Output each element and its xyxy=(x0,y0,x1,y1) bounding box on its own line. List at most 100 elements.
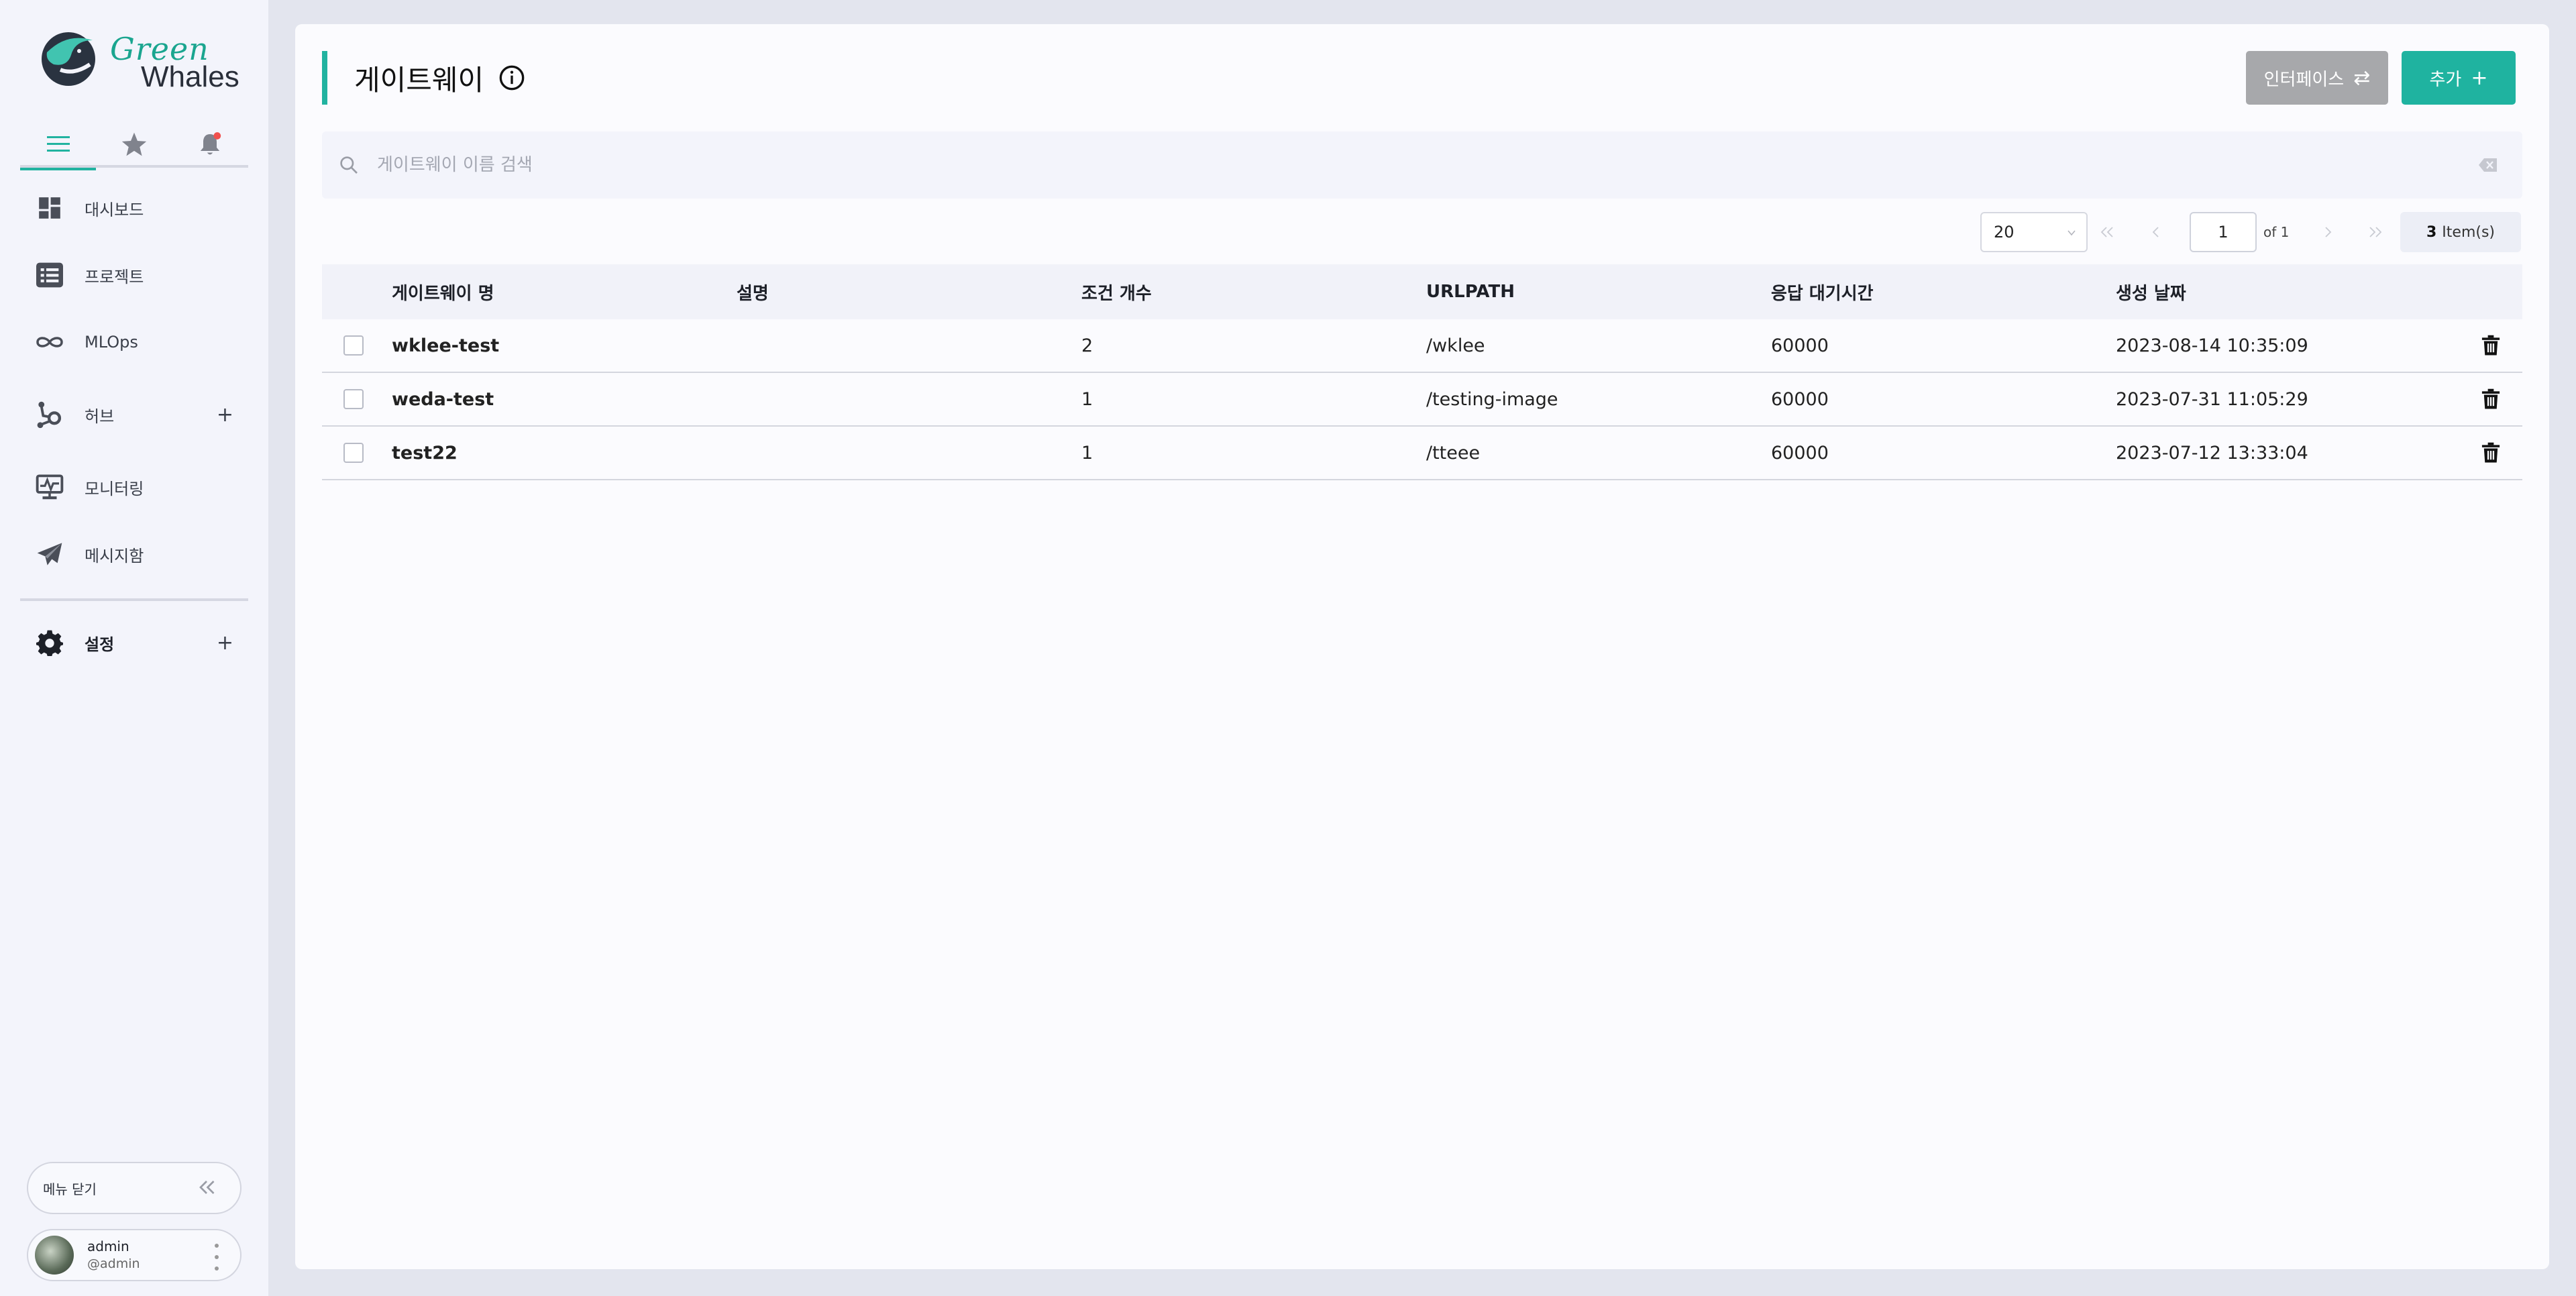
sidebar-tabs xyxy=(20,121,248,170)
sidebar-item-settings[interactable]: 설정 + xyxy=(20,609,248,676)
expand-hub-button[interactable]: + xyxy=(217,403,233,427)
swap-icon: ⇄ xyxy=(2353,66,2371,90)
hub-icon xyxy=(35,400,64,429)
trash-icon[interactable] xyxy=(2481,335,2501,356)
gateway-name-link[interactable]: wklee-test xyxy=(392,335,737,356)
sidebar-item-messages[interactable]: 메시지함 xyxy=(20,521,248,588)
gateway-created: 2023-07-31 11:05:29 xyxy=(2116,388,2308,410)
sidebar-item-dashboard[interactable]: 대시보드 xyxy=(20,174,248,241)
double-chevron-right-icon xyxy=(2369,227,2382,237)
gateway-conditions: 1 xyxy=(1081,388,1093,410)
previous-page-button[interactable] xyxy=(2136,212,2176,252)
green-whales-logo[interactable]: Green Whales xyxy=(40,25,239,93)
sidebar-item-label: 모니터링 xyxy=(85,479,144,498)
page-number-input[interactable] xyxy=(2190,212,2257,252)
first-page-button[interactable] xyxy=(2088,212,2128,252)
user-handle: @admin xyxy=(87,1256,140,1271)
close-menu-button[interactable]: 메뉴 닫기 xyxy=(27,1162,241,1214)
gateway-created: 2023-08-14 10:35:09 xyxy=(2116,335,2308,356)
column-header-timeout[interactable]: 응답 대기시간 xyxy=(1771,280,2116,305)
gateway-urlpath: /testing-image xyxy=(1426,388,1558,410)
row-checkbox[interactable] xyxy=(343,335,364,356)
trash-icon[interactable] xyxy=(2481,388,2501,410)
trash-icon[interactable] xyxy=(2481,442,2501,464)
page-size-value: 20 xyxy=(1994,223,2015,241)
search-input[interactable] xyxy=(377,145,2457,185)
title-accent-bar xyxy=(322,51,327,105)
gateway-urlpath: /tteee xyxy=(1426,442,1481,464)
plus-icon: + xyxy=(2471,66,2488,90)
sidebar-item-label: 프로젝트 xyxy=(85,267,144,286)
tab-notifications[interactable] xyxy=(172,121,248,168)
item-count-label: Item(s) xyxy=(2442,223,2496,241)
table-header: 게이트웨이 명 설명 조건 개수 URLPATH 응답 대기시간 생성 날짜 xyxy=(322,264,2522,319)
last-page-button[interactable] xyxy=(2355,212,2395,252)
sidebar-item-label: 설정 xyxy=(85,635,115,654)
gear-icon xyxy=(35,628,64,657)
add-button[interactable]: 추가 + xyxy=(2402,51,2516,105)
row-checkbox[interactable] xyxy=(343,389,364,409)
tab-menu[interactable] xyxy=(20,121,97,170)
gateway-created: 2023-07-12 13:33:04 xyxy=(2116,442,2308,464)
gateway-timeout: 60000 xyxy=(1771,442,1829,464)
search-icon xyxy=(340,156,358,174)
next-page-button[interactable] xyxy=(2308,212,2348,252)
column-header-urlpath[interactable]: URLPATH xyxy=(1426,282,1771,302)
sidebar-item-hub[interactable]: 허브 + xyxy=(20,376,248,453)
column-header-description[interactable]: 설명 xyxy=(737,280,1081,305)
gateway-timeout: 60000 xyxy=(1771,388,1829,410)
chevron-right-icon xyxy=(2325,227,2332,237)
table-row: weda-test 1 /testing-image 60000 2023-07… xyxy=(322,373,2522,427)
sidebar-item-monitoring[interactable]: 모니터링 xyxy=(20,453,248,521)
avatar xyxy=(35,1236,74,1275)
item-count-value: 3 xyxy=(2426,223,2437,241)
sidebar-item-label: 허브 xyxy=(85,407,115,426)
chevron-down-icon xyxy=(2068,230,2076,236)
page-header: 게이트웨이 xyxy=(322,51,525,105)
send-icon xyxy=(35,539,64,569)
whale-logo-icon xyxy=(42,32,95,86)
column-header-created[interactable]: 생성 날짜 xyxy=(2116,280,2424,305)
sidebar-item-projects[interactable]: 프로젝트 xyxy=(20,241,248,309)
sidebar: Green Whales 대시보드 프로젝트 MLOps 허브 + 모니터링 메… xyxy=(0,0,268,1296)
gateway-conditions: 1 xyxy=(1081,442,1093,464)
user-name: admin xyxy=(87,1238,129,1254)
menu-icon xyxy=(46,136,70,152)
info-icon[interactable] xyxy=(498,64,525,91)
user-profile-card[interactable]: admin @admin xyxy=(27,1229,241,1281)
gateway-conditions: 2 xyxy=(1081,335,1093,356)
infinity-icon xyxy=(35,327,64,357)
user-info: admin @admin xyxy=(87,1238,140,1273)
table-row: wklee-test 2 /wklee 60000 2023-08-14 10:… xyxy=(322,319,2522,373)
interface-button[interactable]: 인터페이스 ⇄ xyxy=(2246,51,2388,105)
tab-favorites[interactable] xyxy=(96,121,172,168)
gateway-name-link[interactable]: test22 xyxy=(392,443,737,464)
expand-settings-button[interactable]: + xyxy=(217,631,233,655)
clear-input-icon[interactable] xyxy=(2478,157,2498,173)
row-checkbox[interactable] xyxy=(343,443,364,463)
gateway-table: 게이트웨이 명 설명 조건 개수 URLPATH 응답 대기시간 생성 날짜 w… xyxy=(322,264,2522,480)
star-icon xyxy=(121,132,147,156)
list-icon xyxy=(35,260,64,290)
item-count-badge: 3 Item(s) xyxy=(2400,212,2521,252)
page-title: 게이트웨이 xyxy=(354,63,484,97)
column-header-name[interactable]: 게이트웨이 명 xyxy=(392,280,737,305)
sidebar-item-mlops[interactable]: MLOps xyxy=(20,309,248,376)
gateway-name-link[interactable]: weda-test xyxy=(392,389,737,410)
table-row: test22 1 /tteee 60000 2023-07-12 13:33:0… xyxy=(322,427,2522,480)
page-total-label: of 1 xyxy=(2263,224,2290,240)
page-size-select[interactable]: 20 xyxy=(1980,212,2088,252)
gateway-timeout: 60000 xyxy=(1771,335,1829,356)
logo-text-whales: Whales xyxy=(141,60,239,93)
sidebar-item-label: 대시보드 xyxy=(85,200,144,219)
search-bar xyxy=(322,131,2522,199)
close-menu-label: 메뉴 닫기 xyxy=(43,1181,97,1197)
column-header-conditions[interactable]: 조건 개수 xyxy=(1081,280,1426,305)
double-chevron-left-icon xyxy=(199,1181,215,1194)
dashboard-icon xyxy=(35,193,64,223)
gateway-urlpath: /wklee xyxy=(1426,335,1485,356)
add-button-label: 추가 xyxy=(2429,69,2462,90)
double-chevron-left-icon xyxy=(2100,227,2113,237)
main-panel: 게이트웨이 인터페이스 ⇄ 추가 + 20 of 1 xyxy=(295,24,2549,1269)
more-options-icon[interactable] xyxy=(213,1244,220,1271)
